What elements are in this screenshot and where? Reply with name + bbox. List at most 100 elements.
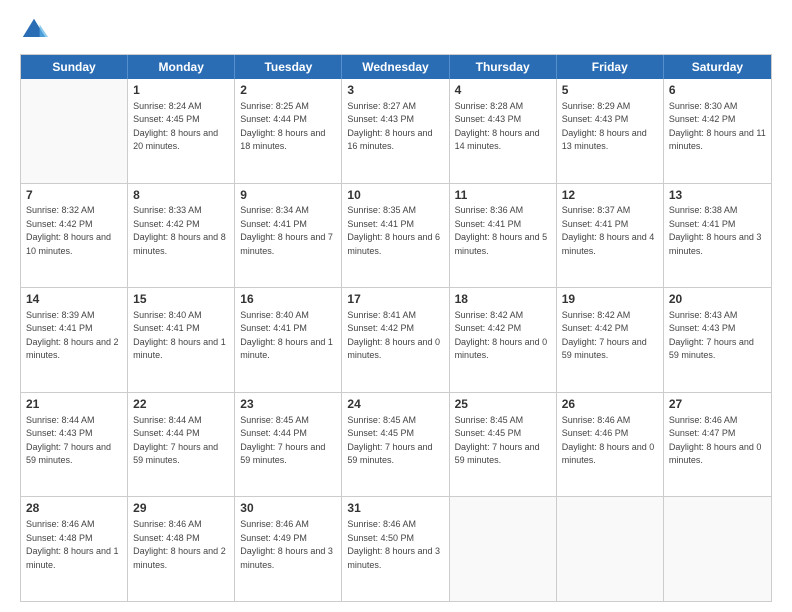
cell-info: Sunrise: 8:42 AMSunset: 4:42 PMDaylight:…: [455, 309, 551, 363]
day-number: 31: [347, 500, 443, 517]
day-number: 16: [240, 291, 336, 308]
calendar-cell: 14Sunrise: 8:39 AMSunset: 4:41 PMDayligh…: [21, 288, 128, 392]
cell-info: Sunrise: 8:30 AMSunset: 4:42 PMDaylight:…: [669, 100, 766, 154]
day-number: 30: [240, 500, 336, 517]
day-number: 4: [455, 82, 551, 99]
cell-info: Sunrise: 8:43 AMSunset: 4:43 PMDaylight:…: [669, 309, 766, 363]
calendar-cell: 1Sunrise: 8:24 AMSunset: 4:45 PMDaylight…: [128, 79, 235, 183]
calendar-cell: 17Sunrise: 8:41 AMSunset: 4:42 PMDayligh…: [342, 288, 449, 392]
cell-info: Sunrise: 8:46 AMSunset: 4:50 PMDaylight:…: [347, 518, 443, 572]
cell-info: Sunrise: 8:29 AMSunset: 4:43 PMDaylight:…: [562, 100, 658, 154]
day-number: 24: [347, 396, 443, 413]
day-number: 29: [133, 500, 229, 517]
calendar-row-1: 7Sunrise: 8:32 AMSunset: 4:42 PMDaylight…: [21, 183, 771, 288]
calendar-cell: 21Sunrise: 8:44 AMSunset: 4:43 PMDayligh…: [21, 393, 128, 497]
calendar-cell: 27Sunrise: 8:46 AMSunset: 4:47 PMDayligh…: [664, 393, 771, 497]
cell-info: Sunrise: 8:33 AMSunset: 4:42 PMDaylight:…: [133, 204, 229, 258]
cell-info: Sunrise: 8:35 AMSunset: 4:41 PMDaylight:…: [347, 204, 443, 258]
day-number: 5: [562, 82, 658, 99]
calendar-cell: 5Sunrise: 8:29 AMSunset: 4:43 PMDaylight…: [557, 79, 664, 183]
calendar-cell: 22Sunrise: 8:44 AMSunset: 4:44 PMDayligh…: [128, 393, 235, 497]
cell-info: Sunrise: 8:46 AMSunset: 4:46 PMDaylight:…: [562, 414, 658, 468]
logo-icon: [20, 16, 48, 44]
cell-info: Sunrise: 8:39 AMSunset: 4:41 PMDaylight:…: [26, 309, 122, 363]
day-number: 27: [669, 396, 766, 413]
cell-info: Sunrise: 8:44 AMSunset: 4:43 PMDaylight:…: [26, 414, 122, 468]
day-number: 6: [669, 82, 766, 99]
cell-info: Sunrise: 8:46 AMSunset: 4:49 PMDaylight:…: [240, 518, 336, 572]
day-number: 26: [562, 396, 658, 413]
calendar-cell: 24Sunrise: 8:45 AMSunset: 4:45 PMDayligh…: [342, 393, 449, 497]
day-number: 17: [347, 291, 443, 308]
day-number: 10: [347, 187, 443, 204]
calendar-cell: 4Sunrise: 8:28 AMSunset: 4:43 PMDaylight…: [450, 79, 557, 183]
calendar-cell: [450, 497, 557, 601]
day-number: 13: [669, 187, 766, 204]
header: [20, 16, 772, 44]
calendar-cell: [557, 497, 664, 601]
day-number: 22: [133, 396, 229, 413]
cell-info: Sunrise: 8:46 AMSunset: 4:47 PMDaylight:…: [669, 414, 766, 468]
calendar-cell: 8Sunrise: 8:33 AMSunset: 4:42 PMDaylight…: [128, 184, 235, 288]
calendar-cell: 28Sunrise: 8:46 AMSunset: 4:48 PMDayligh…: [21, 497, 128, 601]
day-number: 21: [26, 396, 122, 413]
cell-info: Sunrise: 8:40 AMSunset: 4:41 PMDaylight:…: [240, 309, 336, 363]
cell-info: Sunrise: 8:38 AMSunset: 4:41 PMDaylight:…: [669, 204, 766, 258]
calendar-cell: 30Sunrise: 8:46 AMSunset: 4:49 PMDayligh…: [235, 497, 342, 601]
calendar-cell: 19Sunrise: 8:42 AMSunset: 4:42 PMDayligh…: [557, 288, 664, 392]
calendar-cell: 12Sunrise: 8:37 AMSunset: 4:41 PMDayligh…: [557, 184, 664, 288]
calendar-cell: 7Sunrise: 8:32 AMSunset: 4:42 PMDaylight…: [21, 184, 128, 288]
day-number: 2: [240, 82, 336, 99]
calendar-cell: 2Sunrise: 8:25 AMSunset: 4:44 PMDaylight…: [235, 79, 342, 183]
day-number: 23: [240, 396, 336, 413]
cell-info: Sunrise: 8:41 AMSunset: 4:42 PMDaylight:…: [347, 309, 443, 363]
cell-info: Sunrise: 8:27 AMSunset: 4:43 PMDaylight:…: [347, 100, 443, 154]
cell-info: Sunrise: 8:46 AMSunset: 4:48 PMDaylight:…: [133, 518, 229, 572]
page: SundayMondayTuesdayWednesdayThursdayFrid…: [0, 0, 792, 612]
calendar-header: SundayMondayTuesdayWednesdayThursdayFrid…: [21, 55, 771, 79]
day-number: 18: [455, 291, 551, 308]
day-number: 15: [133, 291, 229, 308]
day-number: 3: [347, 82, 443, 99]
calendar: SundayMondayTuesdayWednesdayThursdayFrid…: [20, 54, 772, 602]
calendar-row-0: 1Sunrise: 8:24 AMSunset: 4:45 PMDaylight…: [21, 79, 771, 183]
header-day-sunday: Sunday: [21, 55, 128, 79]
day-number: 12: [562, 187, 658, 204]
calendar-cell: 16Sunrise: 8:40 AMSunset: 4:41 PMDayligh…: [235, 288, 342, 392]
cell-info: Sunrise: 8:32 AMSunset: 4:42 PMDaylight:…: [26, 204, 122, 258]
day-number: 8: [133, 187, 229, 204]
calendar-cell: 10Sunrise: 8:35 AMSunset: 4:41 PMDayligh…: [342, 184, 449, 288]
day-number: 7: [26, 187, 122, 204]
header-day-tuesday: Tuesday: [235, 55, 342, 79]
calendar-row-3: 21Sunrise: 8:44 AMSunset: 4:43 PMDayligh…: [21, 392, 771, 497]
day-number: 11: [455, 187, 551, 204]
cell-info: Sunrise: 8:40 AMSunset: 4:41 PMDaylight:…: [133, 309, 229, 363]
header-day-monday: Monday: [128, 55, 235, 79]
cell-info: Sunrise: 8:24 AMSunset: 4:45 PMDaylight:…: [133, 100, 229, 154]
day-number: 28: [26, 500, 122, 517]
cell-info: Sunrise: 8:44 AMSunset: 4:44 PMDaylight:…: [133, 414, 229, 468]
cell-info: Sunrise: 8:46 AMSunset: 4:48 PMDaylight:…: [26, 518, 122, 572]
calendar-body: 1Sunrise: 8:24 AMSunset: 4:45 PMDaylight…: [21, 79, 771, 601]
cell-info: Sunrise: 8:37 AMSunset: 4:41 PMDaylight:…: [562, 204, 658, 258]
cell-info: Sunrise: 8:45 AMSunset: 4:44 PMDaylight:…: [240, 414, 336, 468]
day-number: 1: [133, 82, 229, 99]
calendar-cell: 3Sunrise: 8:27 AMSunset: 4:43 PMDaylight…: [342, 79, 449, 183]
calendar-cell: 15Sunrise: 8:40 AMSunset: 4:41 PMDayligh…: [128, 288, 235, 392]
day-number: 25: [455, 396, 551, 413]
calendar-row-4: 28Sunrise: 8:46 AMSunset: 4:48 PMDayligh…: [21, 496, 771, 601]
cell-info: Sunrise: 8:42 AMSunset: 4:42 PMDaylight:…: [562, 309, 658, 363]
calendar-cell: 20Sunrise: 8:43 AMSunset: 4:43 PMDayligh…: [664, 288, 771, 392]
calendar-cell: [664, 497, 771, 601]
calendar-cell: 6Sunrise: 8:30 AMSunset: 4:42 PMDaylight…: [664, 79, 771, 183]
day-number: 14: [26, 291, 122, 308]
cell-info: Sunrise: 8:34 AMSunset: 4:41 PMDaylight:…: [240, 204, 336, 258]
cell-info: Sunrise: 8:45 AMSunset: 4:45 PMDaylight:…: [347, 414, 443, 468]
header-day-saturday: Saturday: [664, 55, 771, 79]
header-day-friday: Friday: [557, 55, 664, 79]
cell-info: Sunrise: 8:28 AMSunset: 4:43 PMDaylight:…: [455, 100, 551, 154]
calendar-cell: [21, 79, 128, 183]
calendar-cell: 25Sunrise: 8:45 AMSunset: 4:45 PMDayligh…: [450, 393, 557, 497]
header-day-wednesday: Wednesday: [342, 55, 449, 79]
day-number: 20: [669, 291, 766, 308]
